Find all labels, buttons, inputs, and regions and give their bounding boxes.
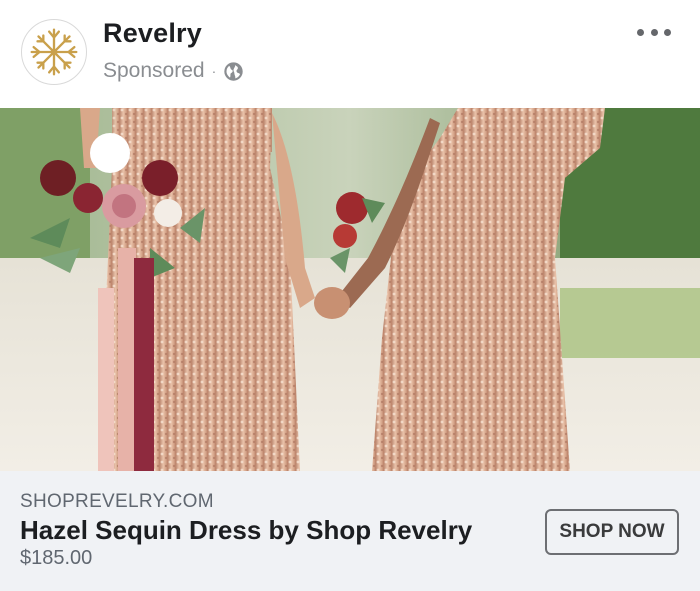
more-dot <box>650 28 658 36</box>
more-dot <box>637 28 644 36</box>
page-name[interactable]: Revelry <box>103 18 202 49</box>
page-avatar[interactable] <box>21 19 87 85</box>
ad-image[interactable] <box>0 108 700 471</box>
post-header: Revelry Sponsored · <box>0 0 700 108</box>
globe-icon[interactable] <box>223 61 244 82</box>
link-headline[interactable]: Hazel Sequin Dress by Shop Revelry <box>20 515 472 546</box>
shop-now-button[interactable]: SHOP NOW <box>545 509 679 555</box>
link-domain[interactable]: SHOPREVELRY.COM <box>20 491 214 513</box>
more-options-icon[interactable] <box>637 22 671 42</box>
product-price: $185.00 <box>20 547 93 569</box>
sponsored-row: Sponsored · <box>103 56 244 86</box>
bridesmaids-photo <box>0 108 700 471</box>
sponsored-label[interactable]: Sponsored <box>103 59 205 83</box>
link-card[interactable]: SHOPREVELRY.COM Hazel Sequin Dress by Sh… <box>0 471 700 591</box>
separator-dot: · <box>211 63 217 79</box>
more-dot <box>664 28 671 36</box>
revelry-logo-icon <box>22 20 86 84</box>
